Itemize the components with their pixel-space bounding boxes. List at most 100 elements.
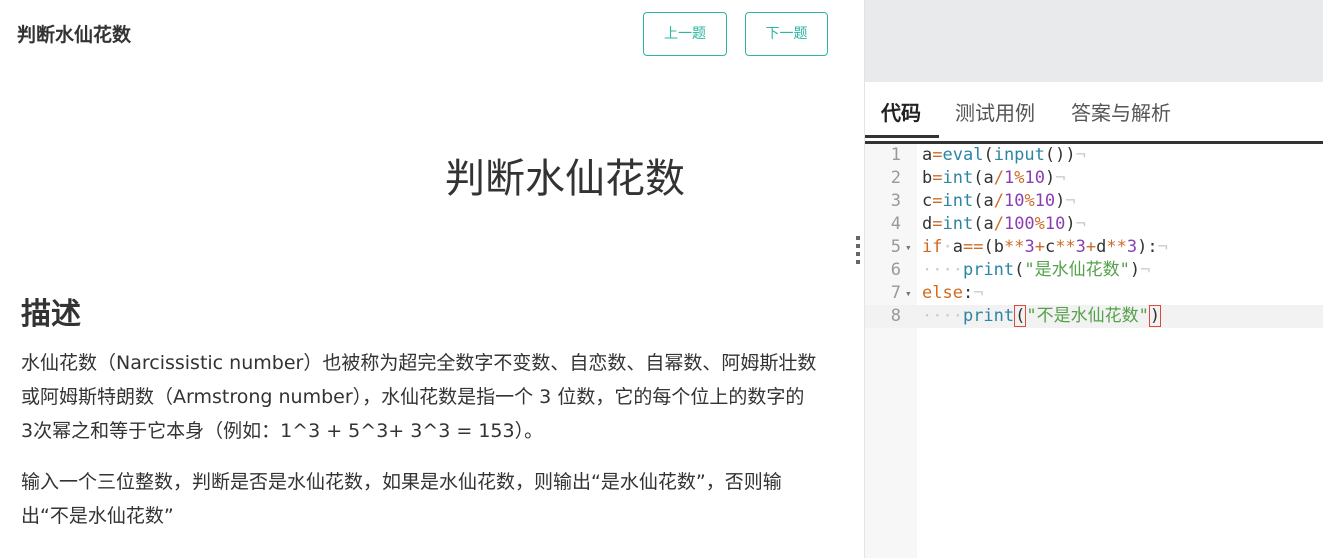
code-token: == [962,237,984,257]
code-token: d [922,214,933,234]
code-text: d=int(a/100%10)¬ [922,213,1086,236]
code-token: c [1044,237,1056,257]
code-text: c=int(a/10%10)¬ [922,190,1076,213]
code-token: ( [1014,305,1027,327]
line-number: 7 [890,283,901,303]
code-token: ( [983,145,994,165]
code-token: ()) [1044,145,1076,165]
code-token: % [1034,214,1045,234]
code-token: + [1034,237,1045,257]
code-token: = [932,214,943,234]
code-text: a=eval(input())¬ [922,144,1086,167]
code-panel-toolbar [865,0,1323,82]
code-line[interactable]: 6 ····print("是水仙花数")¬ [865,259,1323,282]
code-token: else [922,283,963,303]
code-token: ···· [922,260,963,280]
line-number: 6 [890,260,901,280]
code-token: % [1014,168,1025,188]
code-token: input [993,145,1045,165]
code-token: ** [1055,237,1076,257]
code-token: 100 [1003,214,1035,234]
code-token: int [942,214,974,234]
next-question-button[interactable]: 下一题 [745,12,828,56]
prev-question-button[interactable]: 上一题 [643,12,727,56]
code-token: if [922,237,943,257]
code-token: ** [1106,237,1127,257]
tab-test-cases[interactable]: 测试用例 [955,97,1035,126]
code-token: / [993,191,1004,211]
code-token: ¬ [1075,214,1086,234]
code-token: 3 [1024,237,1035,257]
fold-arrow-icon[interactable]: ▾ [905,236,912,259]
line-number: 8 [890,306,901,326]
active-tab-indicator [865,135,939,138]
code-text: b=int(a/1%10)¬ [922,167,1065,190]
code-token: ¬ [1055,168,1066,188]
code-token: ) [1148,305,1162,327]
code-text: ····print("不是水仙花数") [922,305,1162,328]
code-token: (a [973,191,994,211]
problem-title: 判断水仙花数 [445,156,685,202]
code-token: 1 [1003,168,1015,188]
code-token: = [932,168,943,188]
code-line[interactable]: 5 ▾ if·a==(b**3+c**3+d**3):¬ [865,236,1323,259]
line-number: 1 [890,145,901,165]
code-token: ) [1065,214,1076,234]
code-token: / [993,214,1004,234]
code-token: d [1096,237,1107,257]
code-token: (a [973,214,994,234]
code-token: % [1024,191,1035,211]
code-token: ) [1055,191,1066,211]
code-token: ) [1129,260,1141,280]
code-token: ¬ [1075,145,1086,165]
code-token: eval [942,145,984,165]
code-token: ** [1003,237,1025,257]
problem-panel: 判断水仙花数 上一题 下一题 判断水仙花数 描述 水仙花数（Narcissist… [0,0,864,558]
code-token: int [942,168,974,188]
code-token: "是水仙花数" [1024,260,1130,280]
tab-code[interactable]: 代码 [881,97,921,126]
code-token: 10 [1024,168,1045,188]
code-token: = [932,191,943,211]
code-panel: 代码 测试用例 答案与解析 1 a=eval(input())¬ 2 b=int(a/… [865,0,1323,558]
code-text: if·a==(b**3+c**3+d**3):¬ [922,236,1168,259]
code-line[interactable]: 3 c=int(a/10%10)¬ [865,190,1323,213]
description-heading: 描述 [21,297,81,332]
code-token: ) [1044,168,1056,188]
code-token: print [962,306,1015,326]
code-token: 3 [1126,237,1138,257]
code-token: 3 [1075,237,1086,257]
code-token: a [922,145,933,165]
drag-handle-icon[interactable] [855,236,861,276]
code-token: = [932,145,943,165]
code-token: c [922,191,933,211]
code-line[interactable]: 7 ▾ else:¬ [865,282,1323,305]
code-token: ¬ [1140,260,1151,280]
header-title: 判断水仙花数 [17,24,132,46]
line-number: 3 [890,191,901,211]
code-line[interactable]: 4 d=int(a/100%10)¬ [865,213,1323,236]
description-paragraph: 输入一个三位整数，判断是否是水仙花数，如果是水仙花数，则输出“是水仙花数”，否则… [21,471,782,527]
code-line[interactable]: 2 b=int(a/1%10)¬ [865,167,1323,190]
code-token: 10 [1044,214,1066,234]
code-token: · [942,237,953,257]
fold-arrow-icon[interactable]: ▾ [905,282,912,305]
code-token: (b [983,237,1004,257]
code-token: 10 [1034,191,1056,211]
code-line[interactable]: 8 ····print("不是水仙花数") [865,305,1323,328]
code-token: print [962,260,1015,280]
code-token: / [993,168,1004,188]
code-token: ( [1014,260,1025,280]
line-number: 4 [890,214,901,234]
code-text: else:¬ [922,282,983,305]
code-token: (a [973,168,994,188]
code-token: : [962,283,974,303]
code-editor[interactable]: 1 a=eval(input())¬ 2 b=int(a/1%10)¬ 3 c=int(a… [865,144,1323,558]
code-token: ¬ [973,283,984,303]
code-token: a [952,237,963,257]
code-token: b [922,168,933,188]
tab-answer-analysis[interactable]: 答案与解析 [1071,97,1171,126]
code-token: 10 [1003,191,1025,211]
code-line[interactable]: 1 a=eval(input())¬ [865,144,1323,167]
code-token: ): [1137,237,1158,257]
